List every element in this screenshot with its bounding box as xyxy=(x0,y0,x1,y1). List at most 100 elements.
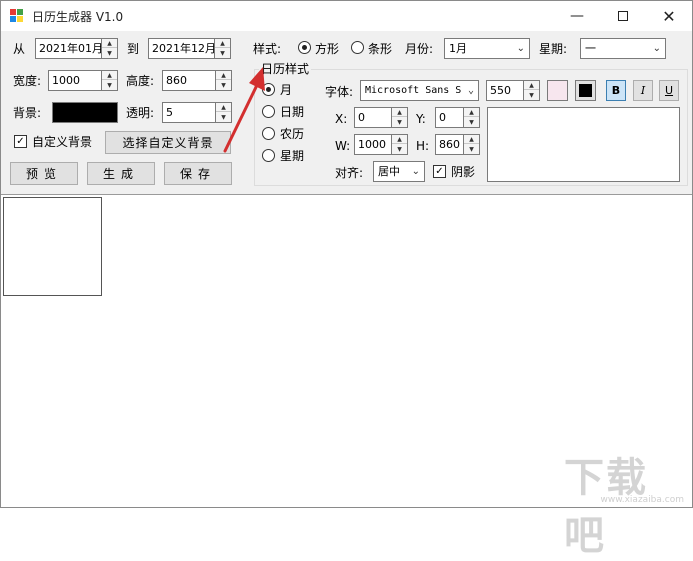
app-icon xyxy=(10,9,24,23)
calendar-preview-box xyxy=(3,197,102,296)
app-window: 日历生成器 V1.0 — ✕ 从 2021年01月 ▲ ▼ 到 2021年12月 … xyxy=(0,0,693,559)
x-label: X: xyxy=(335,112,348,126)
annotation-arrow xyxy=(223,67,265,153)
font-color-swatch-1[interactable] xyxy=(547,80,568,101)
font-size-input[interactable]: 550 xyxy=(486,80,524,101)
opacity-input[interactable]: 5 xyxy=(162,102,216,123)
checkmark-icon: ✓ xyxy=(16,136,25,147)
watermark-logo: 下载吧 www.xiazaiba.com xyxy=(564,445,684,559)
window-title: 日历生成器 V1.0 xyxy=(32,10,124,24)
minimize-button[interactable]: — xyxy=(554,1,600,31)
spin-down-icon[interactable]: ▼ xyxy=(392,118,407,127)
style-square-radio[interactable] xyxy=(298,41,311,54)
font-family-value: Microsoft Sans S xyxy=(365,85,462,96)
spin-up-icon[interactable]: ▲ xyxy=(464,135,479,144)
spin-up-icon[interactable]: ▲ xyxy=(392,108,407,117)
to-label: 到 xyxy=(127,42,140,56)
select-custom-bg-button[interactable]: 选择自定义背景 xyxy=(105,131,231,154)
y-input[interactable]: 0 xyxy=(435,107,464,128)
font-color-swatch-2[interactable] xyxy=(575,80,596,101)
checkmark-icon: ✓ xyxy=(435,166,444,177)
y-spinner[interactable]: ▲ ▼ xyxy=(464,107,480,128)
x-input[interactable]: 0 xyxy=(354,107,392,128)
italic-button[interactable]: I xyxy=(633,80,653,101)
chevron-down-icon: ⌄ xyxy=(411,166,420,177)
width-input[interactable]: 1000 xyxy=(48,70,102,91)
w-input[interactable]: 1000 xyxy=(354,134,392,155)
align-label: 对齐: xyxy=(335,166,364,180)
font-family-select[interactable]: Microsoft Sans S ⌄ xyxy=(360,80,479,101)
close-icon: ✕ xyxy=(662,6,676,26)
align-select[interactable]: 居中 ⌄ xyxy=(373,161,425,182)
month-label: 月份: xyxy=(405,42,434,56)
width-label: 宽度: xyxy=(13,74,42,88)
custom-bg-checkbox[interactable]: ✓ xyxy=(14,135,27,148)
week-select[interactable]: 一 ⌄ xyxy=(580,38,666,59)
to-date-spinner[interactable]: ▲ ▼ xyxy=(215,38,231,59)
spin-down-icon[interactable]: ▼ xyxy=(102,81,117,90)
save-button[interactable]: 保存 xyxy=(164,162,232,185)
h-spinner[interactable]: ▲ ▼ xyxy=(464,134,480,155)
calstyle-option-label: 月 xyxy=(280,83,293,97)
spin-down-icon[interactable]: ▼ xyxy=(464,145,479,154)
w-label: W: xyxy=(335,139,351,153)
height-label: 高度: xyxy=(126,74,155,88)
spin-down-icon[interactable]: ▼ xyxy=(102,49,117,58)
spin-up-icon[interactable]: ▲ xyxy=(102,71,117,80)
month-select[interactable]: 1月 ⌄ xyxy=(444,38,530,59)
month-value: 1月 xyxy=(449,42,467,55)
calstyle-option-label: 日期 xyxy=(280,105,305,119)
from-date-spinner[interactable]: ▲ ▼ xyxy=(102,38,118,59)
calstyle-option-label: 农历 xyxy=(280,127,305,141)
chevron-down-icon: ⌄ xyxy=(465,81,474,100)
spin-up-icon[interactable]: ▲ xyxy=(464,108,479,117)
maximize-icon xyxy=(618,11,628,21)
preview-button[interactable]: 预览 xyxy=(10,162,78,185)
spin-down-icon[interactable]: ▼ xyxy=(215,49,230,58)
from-date-input[interactable]: 2021年01月 xyxy=(35,38,102,59)
underline-button[interactable]: U xyxy=(659,80,679,101)
style-strip-label: 条形 xyxy=(368,42,393,56)
h-label: H: xyxy=(416,139,430,153)
height-input[interactable]: 860 xyxy=(162,70,216,91)
spin-up-icon[interactable]: ▲ xyxy=(392,135,407,144)
y-label: Y: xyxy=(416,112,426,126)
font-size-spinner[interactable]: ▲ ▼ xyxy=(524,80,540,101)
spin-up-icon[interactable]: ▲ xyxy=(102,39,117,48)
week-value: 一 xyxy=(585,42,596,55)
from-label: 从 xyxy=(13,42,26,56)
generate-button[interactable]: 生成 xyxy=(87,162,155,185)
title-bar: 日历生成器 V1.0 — ✕ xyxy=(1,1,692,31)
spin-up-icon[interactable]: ▲ xyxy=(524,81,539,90)
h-input[interactable]: 860 xyxy=(435,134,464,155)
watermark-text: 下载吧 xyxy=(564,455,648,559)
maximize-button[interactable] xyxy=(600,1,646,31)
opacity-label: 透明: xyxy=(126,106,155,120)
spin-down-icon[interactable]: ▼ xyxy=(524,91,539,100)
background-color-swatch[interactable] xyxy=(52,102,118,123)
chevron-down-icon: ⌄ xyxy=(652,43,661,54)
calstyle-option-label: 星期 xyxy=(280,149,305,163)
bold-button[interactable]: B xyxy=(606,80,626,101)
to-date-input[interactable]: 2021年12月 xyxy=(148,38,215,59)
custom-bg-label: 自定义背景 xyxy=(32,135,93,149)
watermark-url: www.xiazaiba.com xyxy=(600,495,684,505)
close-button[interactable]: ✕ xyxy=(646,1,692,31)
font-label: 字体: xyxy=(325,85,354,99)
style-label: 样式: xyxy=(253,42,282,56)
w-spinner[interactable]: ▲ ▼ xyxy=(392,134,408,155)
spin-down-icon[interactable]: ▼ xyxy=(464,118,479,127)
style-strip-radio[interactable] xyxy=(351,41,364,54)
width-spinner[interactable]: ▲ ▼ xyxy=(102,70,118,91)
shadow-label: 阴影 xyxy=(451,165,476,179)
spin-up-icon[interactable]: ▲ xyxy=(215,39,230,48)
spin-down-icon[interactable]: ▼ xyxy=(392,145,407,154)
minimize-icon: — xyxy=(570,8,584,24)
x-spinner[interactable]: ▲ ▼ xyxy=(392,107,408,128)
shadow-checkbox[interactable]: ✓ xyxy=(433,165,446,178)
chevron-down-icon: ⌄ xyxy=(516,43,525,54)
align-value: 居中 xyxy=(378,165,400,178)
style-square-label: 方形 xyxy=(315,42,340,56)
background-label: 背景: xyxy=(13,106,42,120)
calendar-text-area[interactable] xyxy=(487,107,680,182)
